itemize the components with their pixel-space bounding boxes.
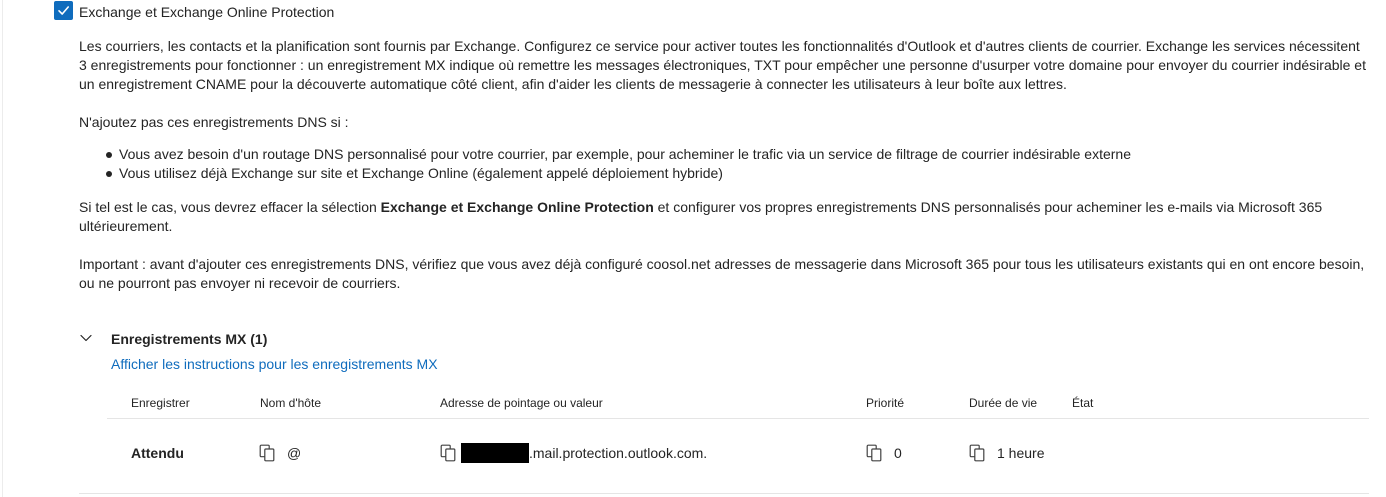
- column-header-status: État: [1072, 396, 1094, 410]
- copy-icon[interactable]: [866, 444, 882, 462]
- ttl-value: 1 heure: [997, 445, 1045, 461]
- column-header-record: Enregistrer: [131, 396, 190, 410]
- list-item: Vous avez besoin d'un routage DNS person…: [79, 145, 1279, 164]
- clear-note-text: Si tel est le cas, vous devrez effacer l…: [79, 199, 381, 215]
- chevron-down-icon[interactable]: [79, 331, 93, 345]
- checkmark-icon: [58, 6, 69, 15]
- record-type-cell: Attendu: [131, 445, 184, 461]
- column-header-value: Adresse de pointage ou valeur: [440, 396, 603, 410]
- column-header-priority: Priorité: [866, 396, 905, 410]
- copy-icon[interactable]: [440, 444, 456, 462]
- ttl-cell: 1 heure: [969, 443, 1044, 463]
- column-header-hostname: Nom d'hôte: [260, 396, 321, 410]
- intro-paragraph: Les courriers, les contacts et la planif…: [79, 38, 1366, 92]
- dont-add-heading: N'ajoutez pas ces enregistrements DNS si…: [79, 114, 349, 130]
- exchange-service-checkbox[interactable]: [54, 1, 73, 20]
- clear-selection-note: Si tel est le cas, vous devrez effacer l…: [79, 198, 1369, 236]
- column-header-ttl: Durée de vie: [969, 396, 1038, 410]
- hostname-value: @: [287, 445, 302, 461]
- hostname-cell: @: [259, 443, 301, 463]
- points-to-cell: .mail.protection.outlook.com.: [440, 443, 707, 463]
- exchange-service-label[interactable]: Exchange et Exchange Online Protection: [79, 2, 334, 22]
- copy-icon[interactable]: [259, 444, 275, 462]
- table-row-divider: [79, 493, 1369, 494]
- copy-icon[interactable]: [969, 444, 985, 462]
- redacted-domain-prefix: [461, 443, 529, 463]
- list-item: Vous utilisez déjà Exchange sur site et …: [79, 164, 1279, 183]
- table-header-divider: [107, 418, 1369, 419]
- priority-cell: 0: [866, 443, 902, 463]
- mx-section-title[interactable]: Enregistrements MX (1): [111, 329, 267, 349]
- points-to-value: .mail.protection.outlook.com.: [529, 445, 708, 461]
- left-border: [2, 0, 3, 497]
- clear-note-service-name: Exchange et Exchange Online Protection: [380, 199, 654, 215]
- mx-instructions-link[interactable]: Afficher les instructions pour les enreg…: [111, 354, 438, 374]
- conditions-list: Vous avez besoin d'un routage DNS person…: [79, 145, 1279, 183]
- important-note: Important : avant d'ajouter ces enregist…: [79, 256, 1365, 291]
- priority-value: 0: [894, 445, 902, 461]
